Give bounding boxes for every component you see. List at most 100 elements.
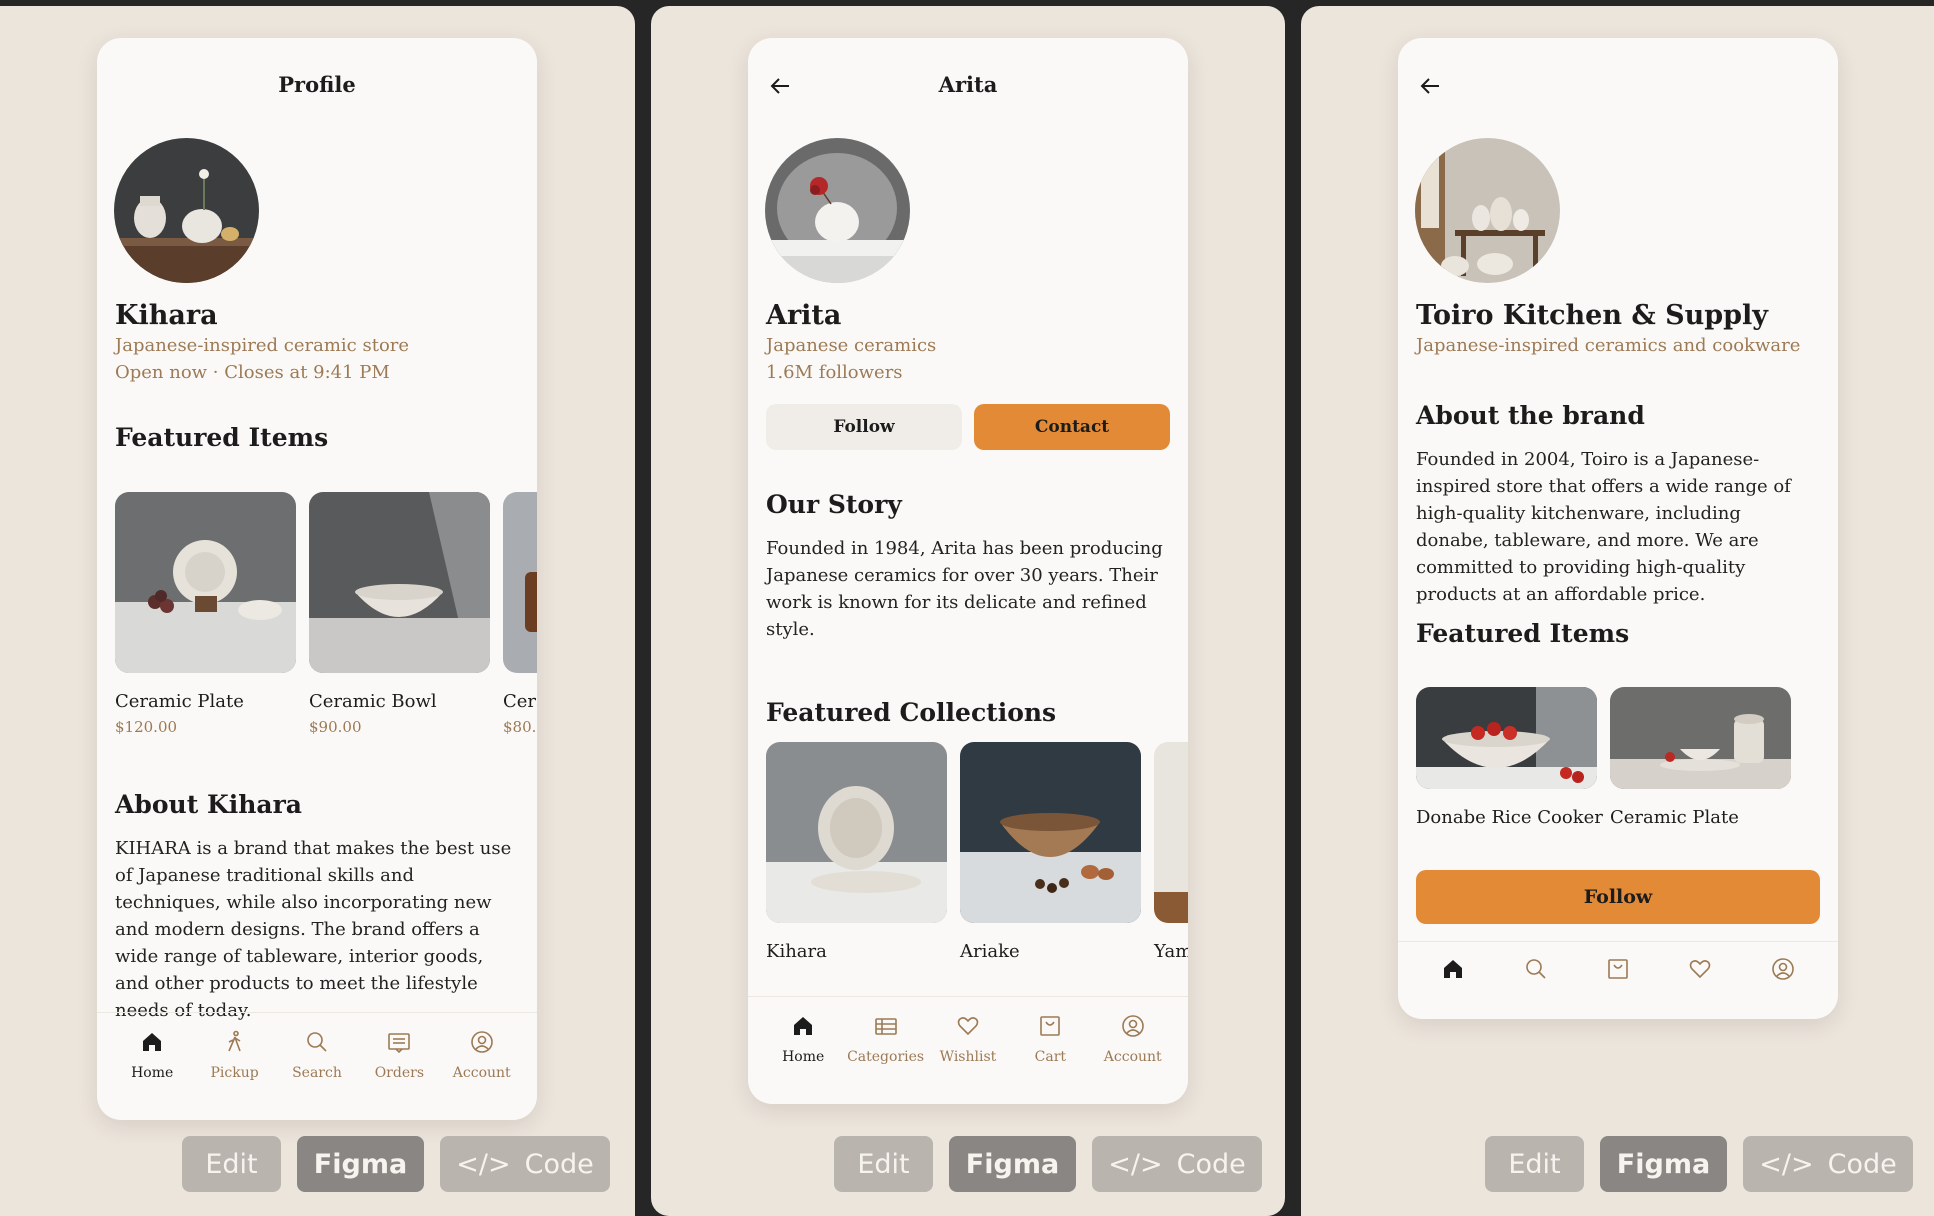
tab-search[interactable] xyxy=(1496,954,1576,1019)
tab-pickup[interactable]: Pickup xyxy=(195,1027,275,1120)
bottom-tab-bar xyxy=(1398,941,1838,1019)
phone-screen-brand: Toiro Kitchen & Supply Japanese-inspired… xyxy=(1398,38,1838,1019)
panel-arita: Arita Arita Japanese ceramics 1.6M follo… xyxy=(651,6,1285,1216)
figma-button[interactable]: Figma xyxy=(1600,1136,1727,1192)
tab-home[interactable]: Home xyxy=(763,1011,843,1104)
home-icon xyxy=(1438,954,1468,984)
tab-label: Account xyxy=(1103,1049,1162,1065)
tab-categories[interactable]: Categories xyxy=(846,1011,926,1104)
store-hours: Open now · Closes at 9:41 PM xyxy=(115,362,390,383)
tab-label: Cart xyxy=(1034,1049,1067,1065)
tab-search[interactable]: Search xyxy=(277,1027,357,1120)
cart-icon xyxy=(1035,1011,1065,1041)
top-bar: Profile xyxy=(97,38,537,120)
product-name: Ceramic Plate xyxy=(115,691,244,712)
code-label: Code xyxy=(1176,1148,1246,1180)
tab-label: Wishlist xyxy=(939,1049,997,1065)
store-subtitle: Japanese-inspired ceramic store xyxy=(115,335,410,356)
edit-button[interactable]: Edit xyxy=(834,1136,933,1192)
code-button[interactable]: </> Code xyxy=(440,1136,610,1192)
edit-button[interactable]: Edit xyxy=(1485,1136,1584,1192)
back-arrow-icon xyxy=(1420,78,1439,94)
categories-icon xyxy=(871,1011,901,1041)
tab-account[interactable] xyxy=(1743,954,1823,1019)
receipt-icon xyxy=(384,1027,414,1057)
search-icon xyxy=(1521,954,1551,984)
product-price: $120.00 xyxy=(115,718,178,736)
tab-label: Home xyxy=(782,1049,825,1065)
code-icon: </> xyxy=(1108,1148,1163,1180)
back-button[interactable] xyxy=(1412,68,1448,104)
product-price: $80.0 xyxy=(503,718,537,736)
collection-name: Ariake xyxy=(960,941,1020,962)
page-title: Arita xyxy=(938,72,998,97)
code-button[interactable]: </> Code xyxy=(1743,1136,1913,1192)
phone-screen-profile: Profile Kihara Japanese-inspired ceramic… xyxy=(97,38,537,1120)
figma-button[interactable]: Figma xyxy=(297,1136,424,1192)
code-icon: </> xyxy=(456,1148,511,1180)
home-icon xyxy=(137,1027,167,1057)
figma-button[interactable]: Figma xyxy=(949,1136,1076,1192)
tab-home[interactable] xyxy=(1413,954,1493,1019)
follow-button[interactable]: Follow xyxy=(1416,870,1820,924)
collection-image xyxy=(960,742,1141,923)
product-image xyxy=(503,492,537,673)
store-name: Arita xyxy=(766,300,842,331)
product-image xyxy=(1610,687,1791,789)
collection-card[interactable]: Yam xyxy=(1154,742,1188,962)
panel-kihara: Profile Kihara Japanese-inspired ceramic… xyxy=(0,6,635,1216)
store-subtitle: Japanese ceramics xyxy=(766,335,937,356)
contact-button[interactable]: Contact xyxy=(974,404,1170,450)
search-icon xyxy=(302,1027,332,1057)
product-card[interactable]: Ceramic Bowl $90.00 xyxy=(309,492,490,736)
product-name: Ceramic Plate xyxy=(1610,807,1739,828)
bottom-tab-bar: Home Pickup Search Orders Account xyxy=(97,1012,537,1120)
tab-wishlist[interactable]: Wishlist xyxy=(928,1011,1008,1104)
collection-name: Yam xyxy=(1154,941,1188,962)
tab-account[interactable]: Account xyxy=(442,1027,522,1120)
about-text: Founded in 2004, Toiro is a Japanese-ins… xyxy=(1416,449,1791,605)
product-card[interactable]: Ceramic Plate $120.00 xyxy=(115,492,296,736)
product-card[interactable]: Cera $80.0 xyxy=(503,492,537,736)
collection-name: Kihara xyxy=(766,941,827,962)
home-icon xyxy=(788,1011,818,1041)
story-text: Founded in 1984, Arita has been producin… xyxy=(766,538,1163,640)
heart-icon xyxy=(953,1011,983,1041)
bottom-tab-bar: Home Categories Wishlist Cart Account xyxy=(748,996,1188,1104)
toolbar: Edit Figma </> Code xyxy=(182,1136,610,1192)
tab-home[interactable]: Home xyxy=(112,1027,192,1120)
tab-orders[interactable]: Orders xyxy=(359,1027,439,1120)
tab-label: Home xyxy=(131,1065,174,1081)
tab-cart[interactable] xyxy=(1578,954,1658,1019)
tab-label: Orders xyxy=(374,1065,424,1081)
collection-image xyxy=(766,742,947,923)
edit-button[interactable]: Edit xyxy=(182,1136,281,1192)
tab-label: Categories xyxy=(847,1049,925,1065)
about-heading: About Kihara xyxy=(115,790,302,819)
product-name: Donabe Rice Cooker xyxy=(1416,807,1603,828)
cart-icon xyxy=(1603,954,1633,984)
toolbar: Edit Figma </> Code xyxy=(1485,1136,1913,1192)
account-icon xyxy=(1118,1011,1148,1041)
featured-items-heading: Featured Items xyxy=(115,423,329,452)
store-name: Toiro Kitchen & Supply xyxy=(1416,300,1768,331)
product-image xyxy=(115,492,296,673)
tab-wishlist[interactable] xyxy=(1660,954,1740,1019)
featured-collections-heading: Featured Collections xyxy=(766,698,1057,727)
our-story-heading: Our Story xyxy=(766,490,902,519)
page-title: Profile xyxy=(278,72,356,97)
collection-card[interactable]: Kihara xyxy=(766,742,947,962)
tab-account[interactable]: Account xyxy=(1093,1011,1173,1104)
follow-button[interactable]: Follow xyxy=(766,404,962,450)
product-card[interactable]: Ceramic Plate xyxy=(1610,687,1791,828)
top-bar xyxy=(1398,38,1838,120)
heart-icon xyxy=(1685,954,1715,984)
collection-card[interactable]: Ariake xyxy=(960,742,1141,962)
phone-screen-store: Arita Arita Japanese ceramics 1.6M follo… xyxy=(748,38,1188,1104)
code-icon: </> xyxy=(1759,1148,1814,1180)
tab-cart[interactable]: Cart xyxy=(1010,1011,1090,1104)
product-card[interactable]: Donabe Rice Cooker xyxy=(1416,687,1603,828)
code-button[interactable]: </> Code xyxy=(1092,1136,1262,1192)
about-brand-heading: About the brand xyxy=(1416,401,1645,430)
tab-label: Search xyxy=(292,1065,342,1081)
